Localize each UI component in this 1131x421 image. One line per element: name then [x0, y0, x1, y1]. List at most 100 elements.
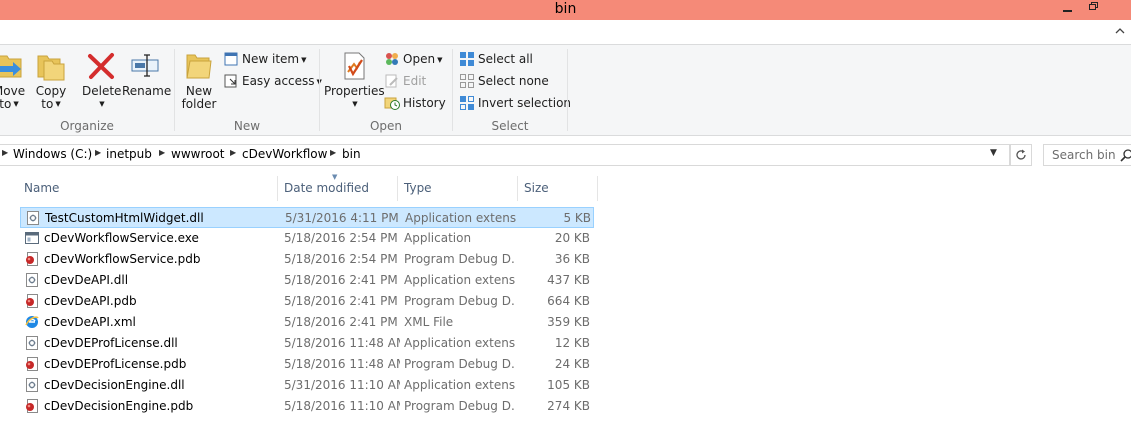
- file-name[interactable]: cDevDeAPI.pdb: [44, 294, 276, 308]
- invert-selection-button[interactable]: Invert selection: [459, 93, 571, 113]
- chevron-down-icon: ▼: [437, 55, 443, 64]
- chevron-down-icon: ▼: [13, 100, 19, 108]
- ribbon: Move to▼ Copy to▼ Delete ▼ Rename: [0, 44, 1131, 136]
- file-date-modified: 5/18/2016 2:41 PM: [284, 294, 398, 308]
- breadcrumb-wwwroot[interactable]: wwwroot: [171, 147, 225, 161]
- close-button[interactable]: [1106, 0, 1131, 20]
- file-size: 105 KB: [547, 378, 590, 392]
- chevron-down-icon[interactable]: ▼: [990, 148, 997, 158]
- properties-icon: [344, 52, 365, 80]
- dll-file-icon: [27, 211, 39, 225]
- address-bar-area: ▶ Windows (C:) ▶ inetpub ▶ wwwroot ▶ cDe…: [0, 136, 1131, 174]
- history-button[interactable]: History: [384, 93, 446, 113]
- column-header-date-modified[interactable]: Date modified: [280, 176, 398, 201]
- file-name[interactable]: cDevDeAPI.xml: [44, 315, 276, 329]
- file-date-modified: 5/18/2016 11:48 AM: [284, 336, 400, 350]
- file-name[interactable]: cDevDecisionEngine.pdb: [44, 399, 276, 413]
- file-date-modified: 5/31/2016 4:11 PM: [285, 211, 399, 225]
- file-row[interactable]: cDevWorkflowService.pdb 5/18/2016 2:54 PM…: [20, 249, 594, 270]
- file-date-modified: 5/18/2016 2:41 PM: [284, 315, 398, 329]
- search-icon[interactable]: [1119, 148, 1131, 164]
- file-name[interactable]: cDevDecisionEngine.dll: [44, 378, 276, 392]
- file-size: 12 KB: [554, 336, 590, 350]
- file-name[interactable]: TestCustomHtmlWidget.dll: [45, 211, 277, 225]
- file-date-modified: 5/18/2016 2:54 PM: [284, 252, 398, 266]
- properties-button[interactable]: Properties ▼: [324, 50, 385, 111]
- select-group-label: Select: [491, 119, 529, 133]
- dll-file-icon: [26, 273, 38, 287]
- dll-file-icon: [26, 378, 38, 392]
- pdb-file-icon: [26, 252, 38, 266]
- select-all-button[interactable]: Select all: [459, 49, 533, 69]
- breadcrumb-cdevworkflow[interactable]: cDevWorkflow: [242, 147, 327, 161]
- file-date-modified: 5/18/2016 11:48 AM: [284, 357, 400, 371]
- chevron-right-icon[interactable]: ▶: [230, 148, 236, 157]
- address-bar[interactable]: ▶ Windows (C:) ▶ inetpub ▶ wwwroot ▶ cDe…: [0, 144, 1010, 166]
- open-button[interactable]: Open ▼: [384, 49, 442, 69]
- file-name[interactable]: cDevWorkflowService.pdb: [44, 252, 276, 266]
- open-label: Open: [403, 52, 436, 66]
- delete-button[interactable]: Delete ▼: [82, 50, 121, 111]
- new-item-button[interactable]: New item ▼: [223, 49, 307, 69]
- search-input[interactable]: [1044, 145, 1116, 165]
- column-header-type[interactable]: Type: [400, 176, 518, 201]
- chevron-down-icon: ▼: [99, 100, 105, 108]
- search-box[interactable]: [1043, 144, 1131, 166]
- easy-access-button[interactable]: Easy access▼: [223, 71, 322, 91]
- chevron-right-icon[interactable]: ▶: [159, 148, 165, 157]
- easy-access-icon: [224, 74, 237, 87]
- file-row[interactable]: cDevDeAPI.dll 5/18/2016 2:41 PM Applicatio…: [20, 270, 594, 291]
- chevron-right-icon: ▶: [2, 148, 9, 157]
- breadcrumb-inetpub[interactable]: inetpub: [106, 147, 152, 161]
- breadcrumb-bin[interactable]: bin: [342, 147, 361, 161]
- restore-button[interactable]: [1080, 0, 1106, 20]
- ribbon-collapse-icon[interactable]: [1113, 24, 1127, 38]
- column-header-name[interactable]: Name: [20, 176, 278, 201]
- chevron-down-icon: ▼: [301, 55, 307, 64]
- file-size: 274 KB: [547, 399, 590, 413]
- breadcrumb-windows-c[interactable]: Windows (C:): [13, 147, 92, 161]
- file-row[interactable]: cDevDecisionEngine.pdb 5/18/2016 11:10 AM…: [20, 396, 594, 417]
- chevron-right-icon[interactable]: ▶: [330, 148, 336, 157]
- history-icon: [384, 97, 400, 110]
- edit-icon: [385, 74, 398, 87]
- file-size: 36 KB: [554, 252, 590, 266]
- file-row[interactable]: cDevDeAPI.pdb 5/18/2016 2:41 PM Program De…: [20, 291, 594, 312]
- properties-label: Properties: [324, 84, 385, 98]
- move-to-button[interactable]: Move to▼: [0, 50, 28, 111]
- file-name[interactable]: cDevDEProfLicense.pdb: [44, 357, 276, 371]
- new-folder-button[interactable]: New folder: [181, 50, 217, 111]
- select-none-label: Select none: [478, 74, 549, 88]
- copy-to-button[interactable]: Copy to ▼: [34, 50, 68, 111]
- ribbon-tab-strip: [0, 20, 1131, 44]
- copy-to-label-1: Copy: [35, 84, 67, 98]
- file-row[interactable]: cDevDEProfLicense.pdb 5/18/2016 11:48 AM P…: [20, 354, 594, 375]
- file-row[interactable]: TestCustomHtmlWidget.dll 5/31/2016 4:11 P…: [20, 207, 594, 228]
- column-header-size[interactable]: Size: [520, 176, 598, 201]
- edit-button[interactable]: Edit: [384, 71, 426, 91]
- file-size: 437 KB: [547, 273, 590, 287]
- rename-button[interactable]: Rename: [122, 50, 171, 98]
- new-item-label: New item: [242, 52, 300, 66]
- file-name[interactable]: cDevDEProfLicense.dll: [44, 336, 276, 350]
- file-row[interactable]: cDevWorkflowService.exe 5/18/2016 2:54 PM…: [20, 228, 594, 249]
- move-to-icon: [0, 55, 22, 78]
- file-size: 5 KB: [563, 211, 591, 225]
- easy-access-label: Easy access: [242, 74, 315, 88]
- file-row[interactable]: cDevDEProfLicense.dll 5/18/2016 11:48 AM A…: [20, 333, 594, 354]
- new-group-label: New: [233, 119, 261, 133]
- new-item-icon: [224, 52, 238, 65]
- minimize-button[interactable]: [1054, 0, 1080, 20]
- new-folder-label-1: New: [185, 84, 213, 98]
- open-group: Properties ▼ Open ▼ Edit History Open: [320, 45, 452, 135]
- file-list: Name Date modified ▼ Type Size TestCusto…: [0, 173, 1131, 421]
- chevron-right-icon[interactable]: ▶: [95, 148, 101, 157]
- select-group: Select all Select none Invert selection …: [453, 45, 571, 135]
- refresh-button[interactable]: [1010, 144, 1032, 166]
- select-none-button[interactable]: Select none: [459, 71, 549, 91]
- select-all-icon: [460, 51, 474, 66]
- file-name[interactable]: cDevDeAPI.dll: [44, 273, 276, 287]
- file-name[interactable]: cDevWorkflowService.exe: [44, 231, 276, 245]
- file-row[interactable]: cDevDeAPI.xml 5/18/2016 2:41 PM XML File 35…: [20, 312, 594, 333]
- file-row[interactable]: cDevDecisionEngine.dll 5/31/2016 11:10 AM…: [20, 375, 594, 396]
